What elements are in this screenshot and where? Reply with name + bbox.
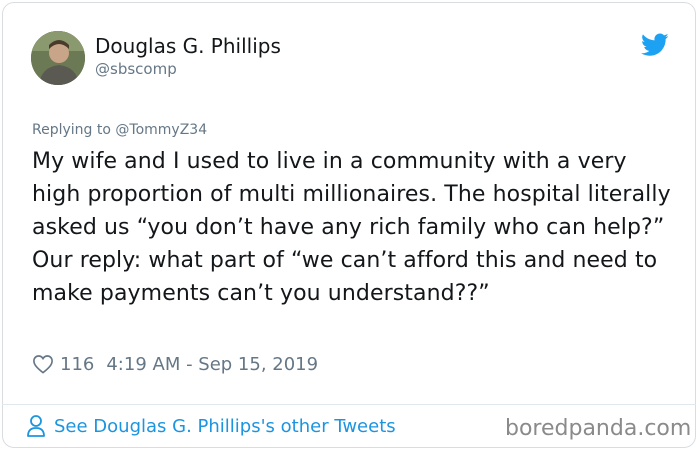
heart-icon[interactable]	[32, 354, 54, 374]
see-other-tweets-link[interactable]: See Douglas G. Phillips's other Tweets	[26, 414, 396, 438]
person-icon	[27, 415, 45, 437]
avatar[interactable]	[31, 31, 85, 85]
author-handle[interactable]: @sbscomp	[95, 60, 177, 78]
replying-to: Replying to @TommyZ34	[32, 122, 207, 138]
like-count[interactable]: 116	[60, 354, 94, 375]
author-name[interactable]: Douglas G. Phillips	[95, 34, 281, 58]
see-other-tweets-label[interactable]: See Douglas G. Phillips's other Tweets	[54, 416, 396, 437]
tweet-meta: 116 4:19 AM - Sep 15, 2019	[32, 351, 318, 377]
divider	[2, 404, 696, 405]
replying-prefix: Replying to	[32, 122, 116, 138]
twitter-bird-icon[interactable]	[641, 33, 669, 57]
tweet-text: My wife and I used to live in a communit…	[32, 149, 671, 306]
watermark: boredpanda.com	[505, 416, 692, 441]
timestamp[interactable]: 4:19 AM - Sep 15, 2019	[106, 354, 318, 375]
reply-mention[interactable]: @TommyZ34	[115, 122, 207, 138]
